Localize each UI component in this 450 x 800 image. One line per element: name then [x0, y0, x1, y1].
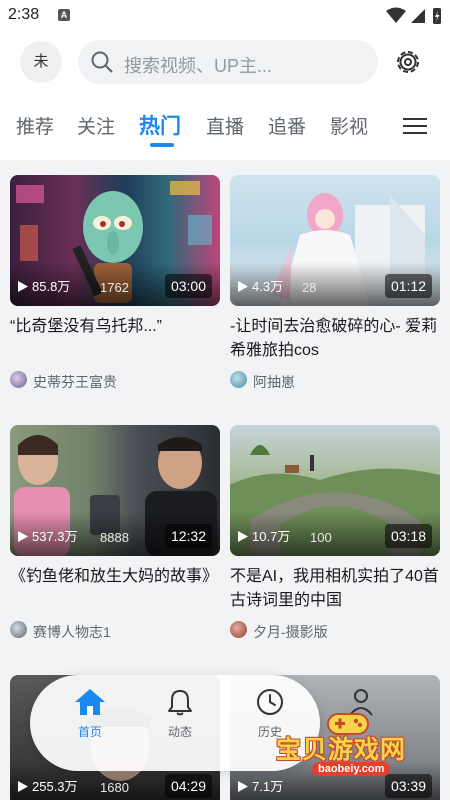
video-duration: 04:29 — [164, 774, 212, 798]
video-duration: 03:00 — [164, 274, 212, 298]
play-count-icon — [18, 531, 28, 542]
author-name: 史蒂芬王富贵 — [33, 374, 117, 390]
author-avatar — [230, 621, 247, 638]
view-count: 85.8万 — [32, 279, 71, 294]
play-count-icon — [18, 281, 28, 292]
tab-recommend[interactable]: 推荐 — [16, 112, 54, 139]
nav-home-label: 首页 — [77, 725, 102, 739]
comment-count: 100 — [310, 530, 332, 545]
comment-count: 1680 — [100, 780, 129, 795]
bell-icon — [168, 690, 192, 716]
watermark-text: 宝贝游戏网 — [276, 736, 407, 764]
tab-hot[interactable]: 热门 — [139, 110, 181, 140]
top-bar: 未 搜索视频、UP主... — [0, 32, 450, 92]
nav-home[interactable]: 首页 — [60, 687, 120, 740]
author-avatar — [10, 371, 27, 388]
view-count: 537.3万 — [32, 529, 78, 544]
video-thumbnail[interactable]: 10.7万 100 03:18 — [230, 425, 440, 556]
video-duration: 03:18 — [384, 524, 432, 548]
play-count-icon — [238, 281, 248, 292]
tab-anime[interactable]: 追番 — [268, 112, 306, 139]
tab-live[interactable]: 直播 — [206, 112, 244, 139]
play-count-icon — [18, 781, 28, 792]
home-icon — [75, 689, 105, 715]
signal-icon — [411, 9, 425, 23]
video-duration: 12:32 — [164, 524, 212, 548]
search-icon — [91, 51, 113, 73]
notification-icon: A — [58, 9, 70, 21]
author-avatar — [230, 371, 247, 388]
play-count-icon — [238, 781, 248, 792]
view-count: 4.3万 — [252, 279, 284, 294]
video-thumbnail[interactable]: 4.3万 28 01:12 — [230, 175, 440, 306]
status-time: 2:38 — [8, 6, 40, 23]
author-avatar — [10, 621, 27, 638]
status-icons — [384, 6, 442, 31]
search-box[interactable]: 搜索视频、UP主... — [78, 40, 378, 84]
comment-count: 1762 — [100, 280, 129, 295]
menu-icon[interactable] — [403, 117, 427, 135]
video-title[interactable]: “比奇堡没有乌托邦...” — [10, 315, 220, 339]
video-title[interactable]: 不是AI，我用相机实拍了40首古诗词里的中国 — [230, 565, 440, 613]
video-thumbnail[interactable]: 537.3万 8888 12:32 — [10, 425, 220, 556]
video-title[interactable]: -让时间去治愈破碎的心- 爱莉希雅旅拍cos — [230, 315, 440, 363]
avatar[interactable]: 未 — [20, 41, 62, 83]
tab-indicator — [150, 143, 174, 147]
author-name: 阿抽崽 — [253, 374, 295, 390]
status-bar: 2:38 A — [0, 0, 450, 32]
tab-following[interactable]: 关注 — [77, 112, 115, 139]
comment-count: 8888 — [100, 530, 129, 545]
wifi-icon — [386, 7, 406, 23]
video-thumbnail[interactable]: 85.8万 1762 03:00 — [10, 175, 220, 306]
author-name: 夕月-摄影版 — [253, 624, 328, 640]
comment-count: 28 — [302, 280, 317, 295]
video-title[interactable]: 《钓鱼佬和放生大妈的故事》 — [10, 565, 220, 589]
nav-dynamic[interactable]: 动态 — [150, 687, 210, 740]
view-count: 255.3万 — [32, 779, 78, 794]
nav-dynamic-label: 动态 — [167, 725, 192, 739]
watermark-url: baobeiy.com — [312, 762, 391, 776]
video-duration: 01:12 — [384, 274, 432, 298]
play-count-icon — [238, 531, 248, 542]
view-count: 10.7万 — [252, 529, 291, 544]
tab-movies[interactable]: 影视 — [330, 112, 368, 139]
author-name: 赛博人物志1 — [33, 624, 111, 640]
settings-gear-icon[interactable] — [394, 48, 422, 76]
watermark-logo: 宝贝游戏网 baobeiy.com — [276, 700, 446, 785]
search-placeholder: 搜索视频、UP主... — [124, 56, 273, 76]
category-tabs: 推荐 关注 热门 直播 追番 影视 — [0, 92, 450, 160]
